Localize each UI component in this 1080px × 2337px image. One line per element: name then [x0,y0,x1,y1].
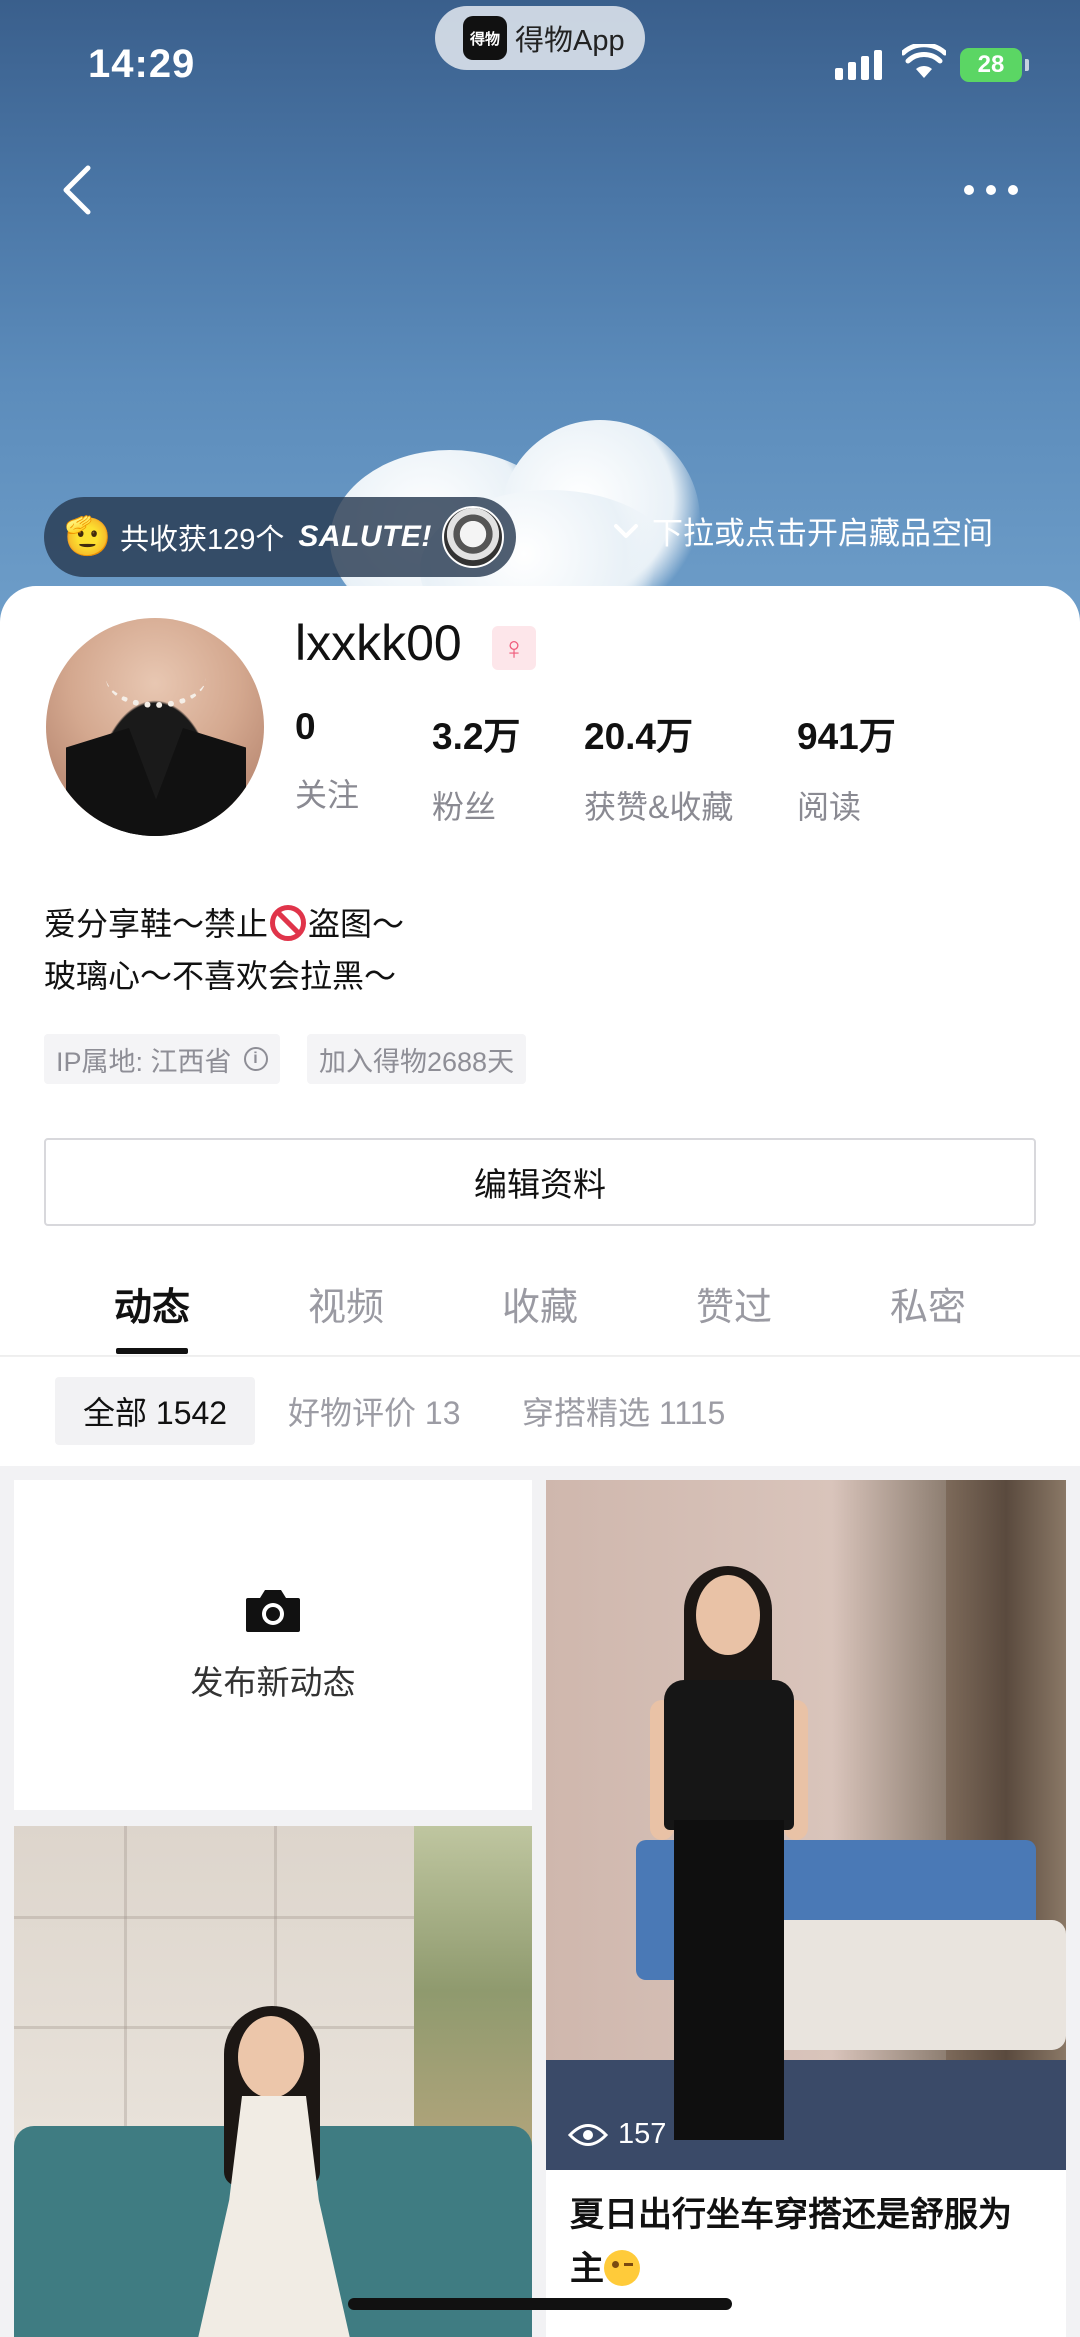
stat-value: 20.4万 [584,716,694,757]
post-image[interactable]: 157 [546,1480,1066,2170]
person-figure [696,1575,760,1655]
publish-new-post-label: 发布新动态 [190,1664,356,1701]
bio: 爱分享鞋～禁止 盗图～ 玻璃心～不喜欢会拉黑～ [44,898,404,1002]
post-caption: 夏日出行坐车穿搭还是舒服为主 [570,2188,1042,2296]
info-icon: i [243,1047,268,1071]
wall-tile-line [124,1826,127,2126]
wink-emoji-icon [604,2250,640,2286]
bio-line-2: 玻璃心～不喜欢会拉黑～ [44,958,397,994]
wall-tile-line [14,1916,414,1919]
stat-label: 关注 [295,777,360,813]
chevron-down-icon [614,523,638,538]
stat-following[interactable]: 0 关注 [295,706,359,816]
collection-space-hint-text: 下拉或点击开启藏品空间 [652,516,993,551]
join-days-tag: 加入得物2688天 [307,1034,527,1084]
salute-count-text: 共收获129个 [120,524,285,556]
avatar-necklace [106,648,206,708]
active-tab-indicator [116,1348,188,1354]
stat-value: 0 [295,706,316,747]
app-pill-label: 得物App [515,25,625,57]
view-count-value: 157 [618,2118,667,2150]
collection-space-hint[interactable]: 下拉或点击开启藏品空间 [612,508,993,553]
stat-likes-collects[interactable]: 20.4万 获赞&收藏 [584,706,733,828]
post-filter-row: 全部 1542 好物评价 13 穿搭精选 1115 [0,1356,1080,1466]
stat-reads[interactable]: 941万 阅读 [797,706,896,828]
ip-location-text: IP属地: 江西省 [56,1046,232,1077]
view-count: 157 [568,2118,666,2151]
tab-private[interactable]: 私密 [868,1276,988,1331]
stat-followers[interactable]: 3.2万 粉丝 [432,706,520,828]
filter-all[interactable]: 全部 1542 [55,1377,256,1445]
stat-value: 3.2万 [432,716,521,757]
back-chevron-icon[interactable] [50,160,110,220]
cellular-signal-icon [835,50,882,80]
profile-tabs: 动态 视频 收藏 赞过 私密 [0,1236,1080,1356]
status-bar: 14:29 得物 得物App 28 [0,0,1080,130]
camera-icon [246,1590,300,1632]
post-caption-box[interactable]: 夏日出行坐车穿搭还是舒服为主 [546,2170,1066,2337]
wall-tile-line [14,2026,414,2029]
avatar[interactable] [46,618,264,836]
status-time: 14:29 [88,42,196,86]
salute-hand-icon: 🫡 [64,516,112,558]
publish-new-post-card[interactable]: 发布新动态 [14,1480,532,1810]
username: lxxkk00 [295,615,462,671]
app-return-pill[interactable]: 得物 得物App [435,6,645,70]
stat-label: 粉丝 [432,789,497,825]
filter-reviews[interactable]: 好物评价 13 [288,1377,461,1445]
wifi-icon [902,44,946,78]
join-days-text: 加入得物2688天 [319,1046,515,1077]
eye-icon [568,2123,608,2146]
tab-liked[interactable]: 赞过 [674,1276,794,1331]
salute-avatar [441,506,504,568]
prohibited-icon [270,905,307,941]
app-logo-icon: 得物 [463,16,507,60]
stat-value: 941万 [797,716,896,757]
person-figure [664,1680,794,1830]
battery-indicator: 28 [960,48,1029,82]
person-figure [238,2016,304,2098]
edit-profile-button[interactable]: 编辑资料 [44,1138,1036,1226]
post-image[interactable] [14,1826,532,2337]
bio-line-1: 爱分享鞋～禁止 盗图～ [44,898,404,950]
stat-label: 阅读 [797,789,862,825]
avatar-dress [66,728,246,836]
bio-text: 盗图～ [308,906,405,942]
home-indicator[interactable] [348,2298,732,2310]
female-gender-icon: ♀ [492,626,536,670]
bio-text: 爱分享鞋～禁止 [44,906,269,942]
profile-card: lxxkk00 ♀ 0 关注 3.2万 粉丝 20.4万 获赞&收藏 941万 … [0,586,1080,1356]
floor-decoration [546,2060,1066,2170]
tab-posts[interactable]: 动态 [92,1276,212,1331]
person-figure [674,1820,784,2140]
battery-level: 28 [977,51,1005,78]
filter-outfits[interactable]: 穿搭精选 1115 [522,1377,725,1445]
salute-word: SALUTE! [298,520,432,553]
ip-location-tag[interactable]: IP属地: 江西省 i [44,1034,280,1084]
profile-header-background[interactable]: 14:29 得物 得物App 28 🫡 共收获129个 SALUTE! 下拉或点… [0,0,1080,640]
salute-collection-pill[interactable]: 🫡 共收获129个 SALUTE! [44,497,516,577]
tab-videos[interactable]: 视频 [286,1276,406,1331]
more-dots-icon[interactable] [955,170,1027,210]
post-feed: 发布新动态 157 夏日出行坐车穿搭还是舒服为主 [0,1466,1080,2337]
tab-collections[interactable]: 收藏 [480,1276,600,1331]
window-decoration [414,1826,532,2156]
stat-label: 获赞&收藏 [584,789,734,825]
